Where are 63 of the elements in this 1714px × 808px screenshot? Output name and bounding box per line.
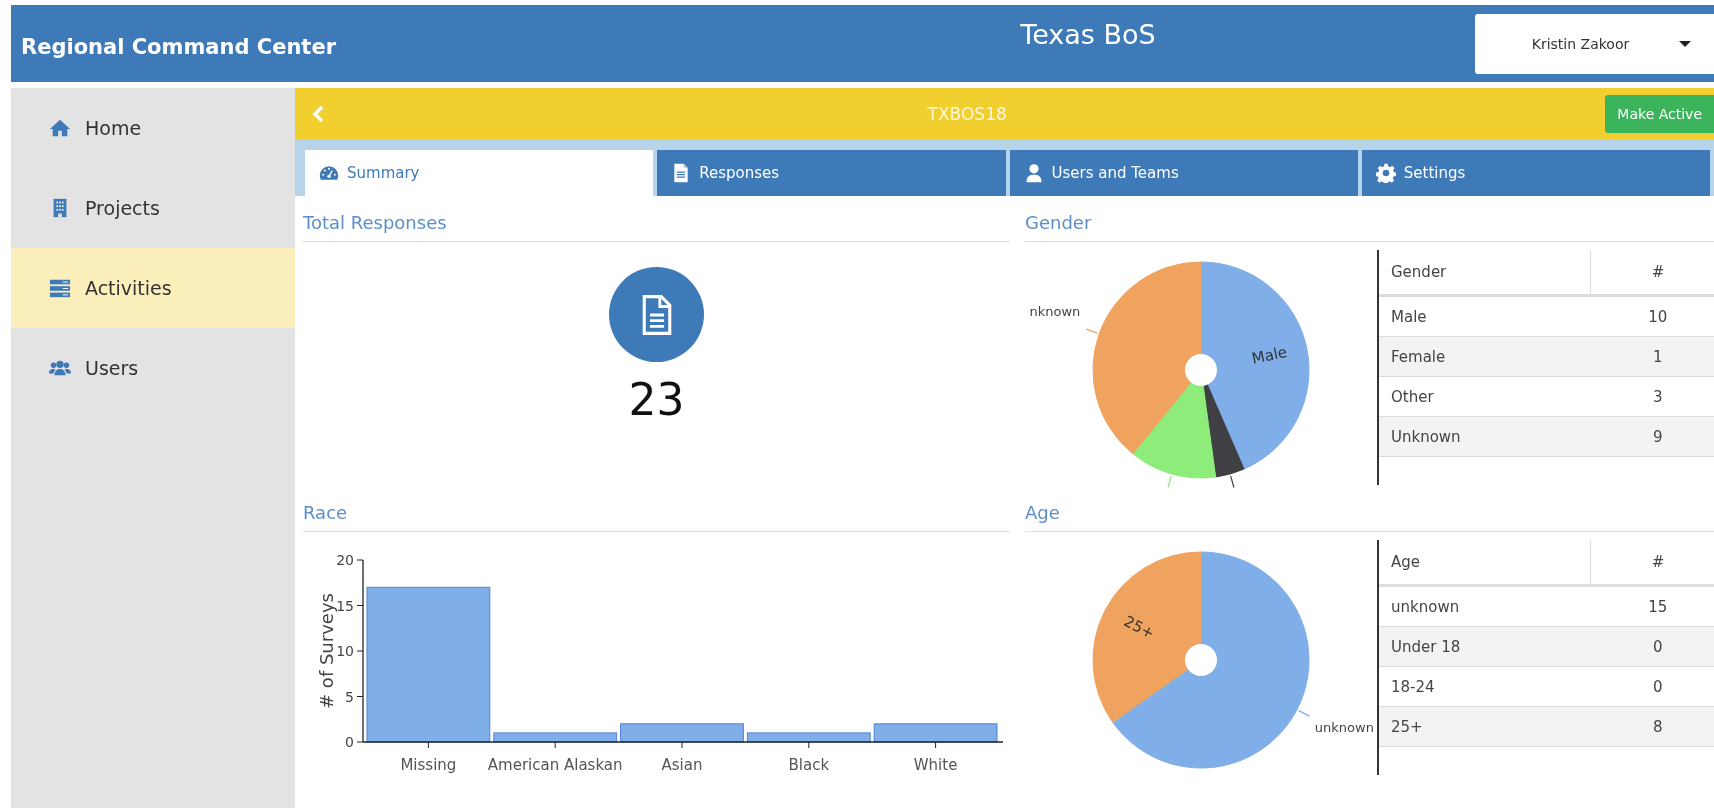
slice-label: nknown xyxy=(1029,303,1081,319)
category-label: Black xyxy=(788,756,830,774)
category-label: American Alaskan xyxy=(487,756,623,774)
tick-label: 10 xyxy=(336,643,354,659)
slice-label: 25+ xyxy=(1120,612,1158,643)
category-label: Missing xyxy=(400,756,457,774)
category-label: White xyxy=(913,756,958,774)
settings-icon xyxy=(1375,163,1396,183)
table-cell: unknown xyxy=(1379,585,1591,627)
tick-label: 0 xyxy=(345,734,354,750)
column-header: Age xyxy=(1379,540,1591,586)
table-cell: 1 xyxy=(1590,336,1714,377)
table-cell: 15 xyxy=(1590,585,1714,627)
donut-hole xyxy=(1185,644,1217,676)
app-title: Regional Command Center xyxy=(21,35,337,59)
column-header: Gender xyxy=(1379,250,1591,296)
user-menu[interactable]: Kristin Zakoor xyxy=(1475,14,1714,74)
donut-hole xyxy=(1185,354,1217,386)
list-icon xyxy=(49,277,71,299)
table-cell: Unknown xyxy=(1379,416,1591,457)
response-count: 23 xyxy=(628,374,685,425)
table-cell: 9 xyxy=(1590,416,1714,457)
table-cell: 25+ xyxy=(1379,706,1591,747)
page-title: Texas BoS xyxy=(1019,19,1157,50)
tick-label: 5 xyxy=(345,688,354,705)
slice-label: unknown xyxy=(1314,720,1374,735)
column-header: # xyxy=(1590,250,1714,296)
sidebar-item[interactable]: Users xyxy=(11,328,295,408)
slice-label: Male xyxy=(1250,342,1289,368)
home-icon xyxy=(49,117,71,139)
category-label: Asian xyxy=(661,756,703,774)
gauge-icon xyxy=(319,163,339,183)
table-cell: 3 xyxy=(1590,376,1714,417)
table-cell: Female xyxy=(1379,336,1591,377)
table-cell: 0 xyxy=(1590,626,1714,667)
sidebar-item[interactable]: Home xyxy=(11,88,295,168)
table-cell: 18-24 xyxy=(1379,666,1591,707)
leader-line xyxy=(1298,710,1310,717)
tab[interactable]: Settings xyxy=(1361,150,1710,196)
leader-line xyxy=(1167,475,1172,489)
table-cell: 10 xyxy=(1590,295,1714,337)
axis-title: # of Surveys xyxy=(316,593,337,709)
tab[interactable]: Summary xyxy=(305,150,654,196)
section-title: Gender xyxy=(1025,206,1714,242)
column-header: # xyxy=(1590,540,1714,586)
section-title: Race xyxy=(303,496,1010,532)
tab[interactable]: Users and Teams xyxy=(1009,150,1358,196)
caret-icon xyxy=(1679,41,1692,47)
tab[interactable]: Responses xyxy=(657,150,1006,196)
table-cell: Under 18 xyxy=(1379,626,1591,667)
table-cell: 8 xyxy=(1590,706,1714,747)
leader-line xyxy=(1230,475,1235,489)
tick-label: 15 xyxy=(336,597,354,614)
table-cell: Other xyxy=(1379,376,1591,417)
leader-line xyxy=(1085,328,1098,334)
sidebar-item[interactable]: Activities xyxy=(11,248,295,328)
table-cell: 0 xyxy=(1590,666,1714,707)
sidebar-item[interactable]: Projects xyxy=(11,168,295,248)
section-title: Total Responses xyxy=(303,206,1010,242)
section-title: Age xyxy=(1025,496,1714,532)
table-cell: Male xyxy=(1379,295,1591,337)
project-code: TXBOS18 xyxy=(926,104,1008,124)
tick-label: 20 xyxy=(336,552,354,568)
